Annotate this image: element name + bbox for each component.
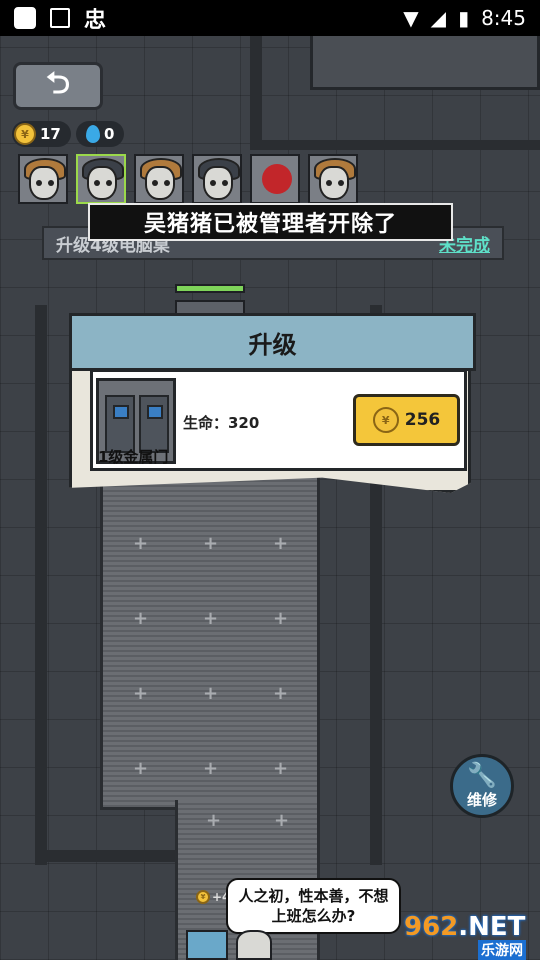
wall-segment [35,850,180,862]
debug-icon: 忠 [84,8,107,33]
build-slot-icon[interactable]: + [273,533,288,554]
coin-icon: ¥ [372,407,399,433]
portrait-boy[interactable] [192,154,242,204]
portrait-girl[interactable] [308,154,358,204]
corridor-floor[interactable]: + + + + + + + + + + + + [100,470,320,810]
npc-desk[interactable] [186,930,228,960]
build-slot-icon[interactable]: + [133,758,148,779]
build-slot-icon[interactable]: + [203,608,218,629]
door-health-bar [175,284,245,293]
toast-message: 吴猪猪已被管理者开除了 [88,203,453,241]
item-hp: 生命：320 [183,414,260,432]
watermark-logo: 962.NET 乐游网 [404,912,536,960]
build-slot-icon[interactable]: + [274,810,289,831]
return-arrow-icon: ⮌ [45,65,71,101]
portrait-girl[interactable] [18,154,68,204]
npc-character[interactable] [236,930,272,960]
watermark-net: .NET [458,912,526,942]
wall-segment [35,305,47,865]
build-slot-icon[interactable]: + [133,683,148,704]
notification-icon [14,7,36,29]
status-bar: 忠 ▼ ◢ ▮ 8:45 [0,0,540,36]
notification-icon [50,8,70,28]
portrait-boy-selected[interactable] [76,154,126,204]
repair-label: 维修 [466,790,497,809]
wrench-icon: 🔧 [467,760,497,789]
wall-segment [250,140,540,150]
coin-icon: ¥ [14,123,36,145]
back-button[interactable]: ⮌ [13,62,103,110]
wall-segment [250,30,262,150]
signal-icon: ◢ [430,6,447,30]
portrait-paw-icon[interactable] [250,154,300,204]
build-slot-icon[interactable]: + [203,758,218,779]
coin-counter: ¥ 17 [12,121,71,147]
build-slot-icon[interactable]: + [206,810,221,831]
build-slot-icon[interactable]: + [133,608,148,629]
dialog-title: 升级 [69,313,476,371]
character-portraits [18,154,358,204]
item-name: 1级金属门 [98,448,169,466]
paw-icon [262,164,292,194]
clock: 8:45 [481,6,526,30]
build-slot-icon[interactable]: + [133,533,148,554]
build-slot-icon[interactable]: + [203,683,218,704]
water-counter: 0 [76,121,125,147]
build-slot-icon[interactable]: + [273,608,288,629]
speech-bubble: 人之初，性本善，不想上班怎么办? [226,878,401,934]
coin-icon: ¥ [196,890,210,904]
water-count: 0 [104,125,115,143]
watermark-sub: 乐游网 [478,940,526,960]
build-slot-icon[interactable]: + [273,683,288,704]
water-drop-icon [86,125,100,143]
watermark-number: 962 [404,912,459,942]
upgrade-price-button[interactable]: ¥ 256 [353,394,460,446]
portrait-girl[interactable] [134,154,184,204]
coin-count: 17 [40,125,61,143]
battery-icon: ▮ [458,6,470,30]
repair-button[interactable]: 🔧 维修 [450,754,514,818]
room-top-right [310,30,540,90]
build-slot-icon[interactable]: + [273,758,288,779]
build-slot-icon[interactable]: + [203,533,218,554]
wifi-icon: ▼ [403,6,419,30]
price-value: 256 [404,410,441,430]
